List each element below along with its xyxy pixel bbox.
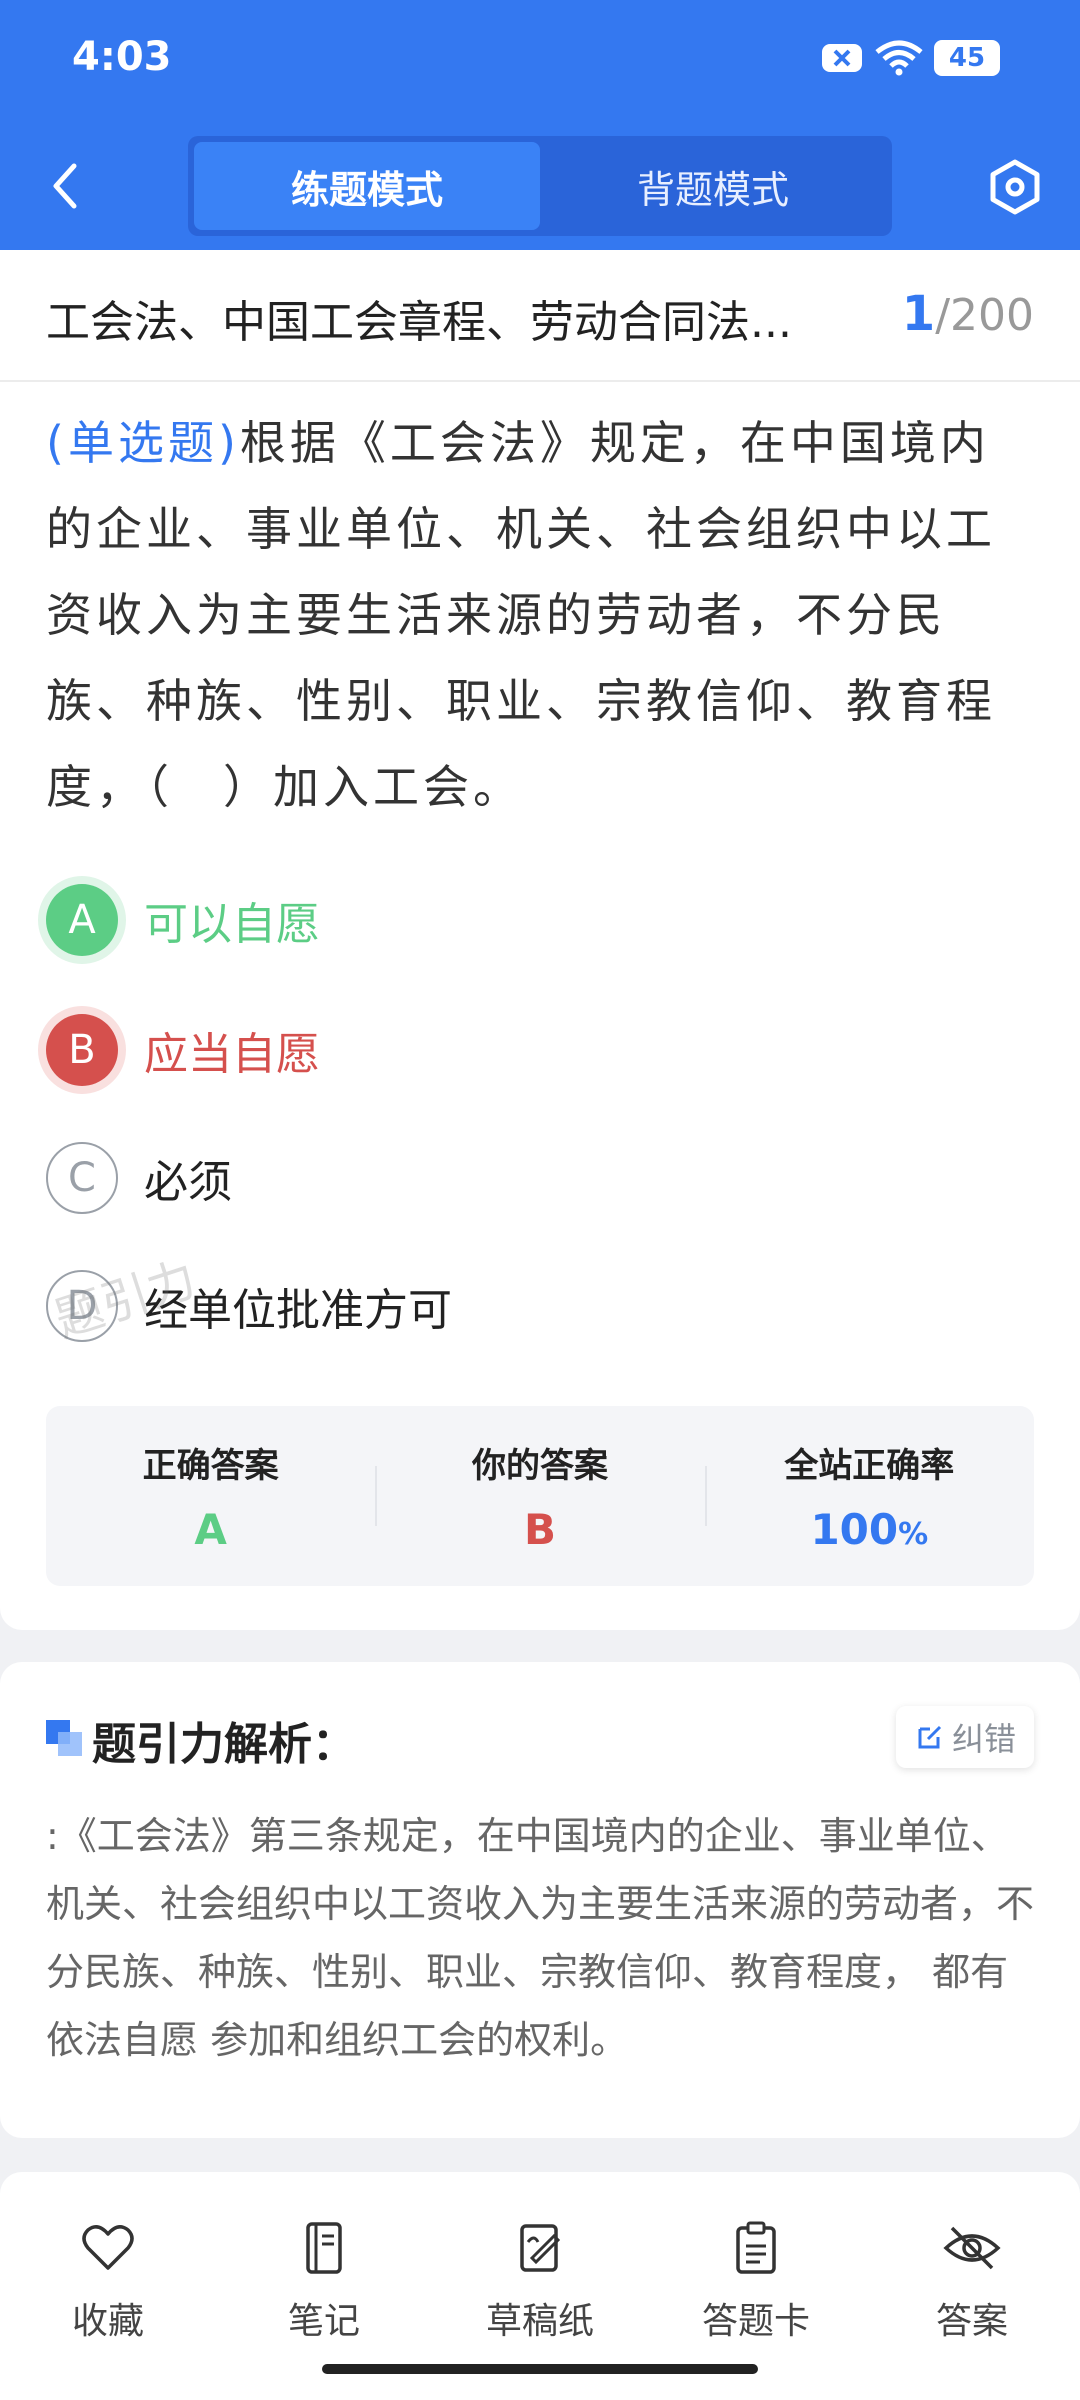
tab-memorize-mode[interactable]: 背题模式 (540, 142, 886, 230)
tab-practice-mode[interactable]: 练题模式 (194, 142, 540, 230)
option-badge: A (46, 884, 118, 956)
question-counter: 1/200 (901, 286, 1034, 342)
edit-icon (918, 1725, 942, 1749)
stat-site-accuracy: 全站正确率 100% (704, 1406, 1034, 1586)
question-card: 工会法、中国工会章程、劳动合同法... 1/200 (单选题)根据《工会法》规定… (0, 250, 1080, 1630)
option-label: 可以自愿 (144, 899, 320, 950)
analysis-title: 题引力解析： (92, 1719, 356, 1770)
nav-answer-sheet[interactable]: 答题卡 (676, 2218, 836, 2344)
nav-scratchpad[interactable]: 草稿纸 (460, 2218, 620, 2344)
option-label: 必须 (144, 1157, 232, 1208)
analysis-square-icon (46, 1720, 82, 1756)
nav-notes[interactable]: 笔记 (244, 2218, 404, 2344)
clipboard-icon (736, 2221, 776, 2274)
notebook-icon (306, 2222, 342, 2274)
status-time: 4:03 (72, 34, 172, 80)
stat-correct-answer: 正确答案 A (142, 1446, 279, 1554)
scratchpad-icon (520, 2224, 561, 2272)
settings-icon[interactable] (986, 158, 1044, 216)
option-badge: C (46, 1142, 118, 1214)
eye-off-icon (943, 2226, 1001, 2270)
nav-favorite[interactable]: 收藏 (28, 2218, 188, 2344)
report-error-button[interactable]: 纠错 (896, 1706, 1034, 1768)
back-arrow-icon[interactable] (40, 156, 90, 216)
option-c[interactable]: C 必须 (46, 1138, 232, 1218)
status-bar: 4:03 45 (0, 0, 1080, 120)
top-bar: 4:03 45 练题模式 背题模式 (0, 0, 1080, 250)
battery-icon: 45 (934, 40, 1000, 76)
heart-icon (82, 2225, 134, 2270)
question-text: (单选题)根据《工会法》规定，在中国境内的企业、事业单位、机关、社会组织中以工资… (46, 416, 996, 814)
notification-icon (822, 44, 862, 72)
question-type: (单选题) (46, 416, 240, 470)
mode-switch: 练题模式 背题模式 (188, 136, 892, 236)
analysis-card: 题引力解析： 纠错 :《工会法》第三条规定，在中国境内的企业、事业单位、机关、社… (0, 1662, 1080, 2138)
nav-answer[interactable]: 答案 (892, 2218, 1052, 2344)
option-b[interactable]: B 应当自愿 (46, 1010, 320, 1090)
divider (0, 380, 1080, 382)
stat-your-answer: 你的答案 B (375, 1406, 704, 1586)
header: 练题模式 背题模式 (0, 120, 1080, 250)
answer-stats: 正确答案 A 你的答案 B 全站正确率 100% (46, 1406, 1034, 1586)
option-badge: B (46, 1014, 118, 1086)
home-indicator[interactable] (322, 2364, 758, 2374)
option-a[interactable]: A 可以自愿 (46, 880, 320, 960)
subject-title: 工会法、中国工会章程、劳动合同法... (46, 297, 792, 348)
option-label: 应当自愿 (144, 1029, 320, 1080)
wifi-icon (875, 40, 923, 76)
analysis-text: :《工会法》第三条规定，在中国境内的企业、事业单位、机关、社会组织中以工资收入为… (46, 1814, 1035, 2062)
